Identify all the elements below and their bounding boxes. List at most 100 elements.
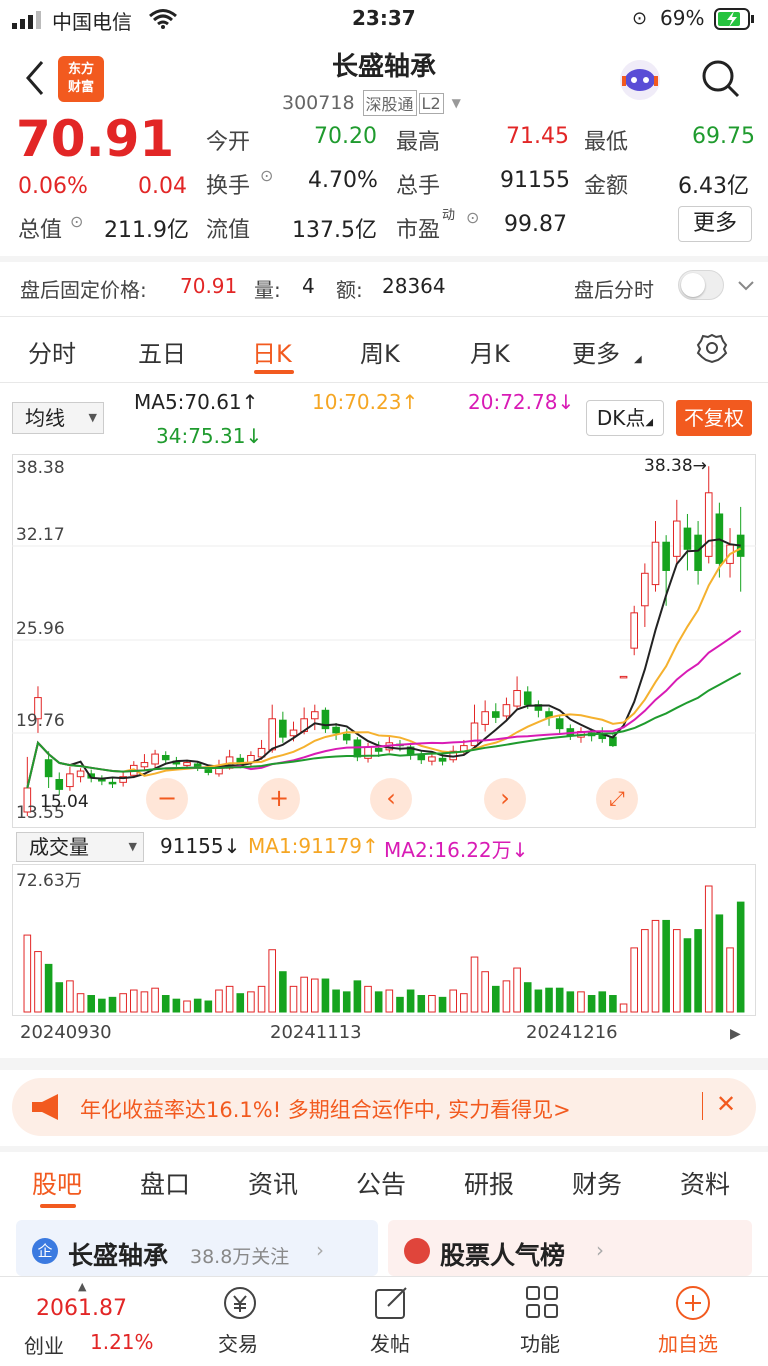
volume-bar xyxy=(55,982,64,1013)
ma5-value: MA5:70.61↑ xyxy=(134,390,259,414)
tab-announcements[interactable]: 公告 xyxy=(356,1165,406,1201)
volume-bar xyxy=(491,985,500,1013)
tab-more[interactable]: 更多 xyxy=(572,334,620,369)
wifi-icon xyxy=(148,8,178,35)
tab-weekly-k[interactable]: 周K xyxy=(360,334,400,369)
volume-bar xyxy=(513,967,521,1013)
afterhours-label: 盘后固定价格: xyxy=(20,278,147,302)
tab-forum[interactable]: 股吧 xyxy=(32,1165,82,1201)
info-icon[interactable]: ⊙ xyxy=(466,208,479,227)
robot-assistant-icon[interactable] xyxy=(616,56,664,108)
stock-code-row[interactable]: 300718 深股通 L2 ▼ xyxy=(282,90,461,116)
lock-rotation-icon: ⊙ xyxy=(632,8,648,29)
status-bar: 中国电信 23:37 ⊙ 69% xyxy=(0,0,768,40)
volume-bar xyxy=(332,989,340,1013)
volume-bar xyxy=(672,929,681,1013)
turnover-value: 4.70% xyxy=(308,168,378,193)
tab-profile[interactable]: 资料 xyxy=(680,1165,730,1201)
date-1: 20240930 xyxy=(20,1022,112,1043)
volume-bar xyxy=(161,995,170,1013)
date-2: 20241113 xyxy=(270,1022,362,1043)
chevron-down-icon[interactable] xyxy=(736,276,756,300)
scroll-right-button[interactable]: › xyxy=(484,778,526,820)
caret-down-icon: ▼ xyxy=(451,96,461,110)
afterhours-qty-label: 量: xyxy=(254,278,281,302)
volume-bar xyxy=(470,956,479,1013)
search-icon[interactable] xyxy=(700,58,742,104)
candle xyxy=(76,770,85,778)
grid-icon xyxy=(524,1284,560,1324)
volume-bar xyxy=(545,987,553,1013)
candle xyxy=(704,492,713,557)
candle xyxy=(289,729,298,737)
promo-banner[interactable]: 年化收益率达16.1%! 多期组合运作中, 实力看得见> ✕ xyxy=(12,1078,756,1136)
tab-orderbook[interactable]: 盘口 xyxy=(140,1165,190,1201)
indicator-select[interactable]: 均线 ▼ xyxy=(12,402,104,434)
more-button[interactable]: 更多 xyxy=(678,206,752,242)
post-button[interactable]: 发帖 xyxy=(370,1328,410,1357)
candle xyxy=(694,534,702,571)
volume-bar xyxy=(598,991,607,1013)
candle xyxy=(332,726,340,734)
volume-bar xyxy=(310,978,319,1013)
volume-bar xyxy=(385,989,394,1013)
fullscreen-icon[interactable]: ⤢ xyxy=(596,778,638,820)
zoom-out-button[interactable]: − xyxy=(146,778,188,820)
tab-five-day[interactable]: 五日 xyxy=(138,334,186,369)
caret-down-icon: ▼ xyxy=(88,411,97,424)
function-button[interactable]: 功能 xyxy=(520,1328,560,1357)
close-icon[interactable]: ✕ xyxy=(716,1090,736,1118)
tab-finance[interactable]: 财务 xyxy=(572,1165,622,1201)
volume-bar xyxy=(44,963,53,1013)
high-marker: 38.38→ xyxy=(644,456,707,476)
badge-level2: L2 xyxy=(418,92,444,114)
trade-button[interactable]: 交易 xyxy=(218,1328,258,1357)
adjust-mode-button[interactable]: 不复权 xyxy=(676,400,752,436)
afterhours-toggle[interactable] xyxy=(678,270,724,300)
volume-indicator-select[interactable]: 成交量 ▼ xyxy=(16,832,144,862)
tab-news[interactable]: 资讯 xyxy=(248,1165,298,1201)
tab-intraday[interactable]: 分时 xyxy=(28,334,76,369)
candle xyxy=(55,779,64,790)
info-icon[interactable]: ⊙ xyxy=(70,212,83,231)
candle xyxy=(98,779,106,782)
volume-bar xyxy=(289,985,298,1013)
volume-bar xyxy=(651,919,660,1013)
volume-bar xyxy=(523,982,532,1013)
index-name: 创业 xyxy=(24,1334,64,1358)
candle xyxy=(502,704,511,717)
tab-monthly-k[interactable]: 月K xyxy=(470,334,510,369)
volume-bar xyxy=(183,1000,191,1013)
kline-chart[interactable] xyxy=(12,454,756,828)
price-change: 0.04 xyxy=(138,174,187,199)
zoom-in-button[interactable]: + xyxy=(258,778,300,820)
afterhours-toggle-label: 盘后分时 xyxy=(574,278,654,302)
caret-icon: ◢ xyxy=(634,354,642,365)
info-icon[interactable]: ⊙ xyxy=(260,166,273,185)
tab-research[interactable]: 研报 xyxy=(464,1165,514,1201)
stock-code: 300718 xyxy=(282,92,355,114)
add-circle-icon xyxy=(674,1284,712,1326)
add-watchlist-button[interactable]: 加自选 xyxy=(658,1328,718,1357)
dk-point-button[interactable]: DK点◢ xyxy=(586,400,664,436)
volume-bar xyxy=(76,993,85,1013)
scroll-left-button[interactable]: ‹ xyxy=(370,778,412,820)
volume-bar xyxy=(534,989,543,1013)
index-value[interactable]: 2061.87 xyxy=(36,1296,127,1321)
popularity-card[interactable]: 股票人气榜 › xyxy=(388,1220,752,1276)
volume-bar xyxy=(225,985,234,1013)
stock-forum-card[interactable]: 企 长盛轴承 38.8万关注 › xyxy=(16,1220,378,1276)
chart-bar-icon xyxy=(404,1238,430,1264)
play-icon[interactable]: ▶ xyxy=(730,1026,741,1042)
date-3: 20241216 xyxy=(526,1022,618,1043)
y-tick-2: 32.17 xyxy=(16,525,65,545)
open-label: 今开 xyxy=(206,130,251,155)
candle xyxy=(630,612,639,649)
volume-bar xyxy=(87,995,96,1013)
candle xyxy=(438,757,447,762)
pe-value: 99.87 xyxy=(504,212,567,237)
volume-value: 91155 xyxy=(500,168,570,193)
volume-bar xyxy=(215,989,223,1013)
gear-icon[interactable] xyxy=(696,332,728,368)
tab-daily-k[interactable]: 日K xyxy=(252,334,292,369)
